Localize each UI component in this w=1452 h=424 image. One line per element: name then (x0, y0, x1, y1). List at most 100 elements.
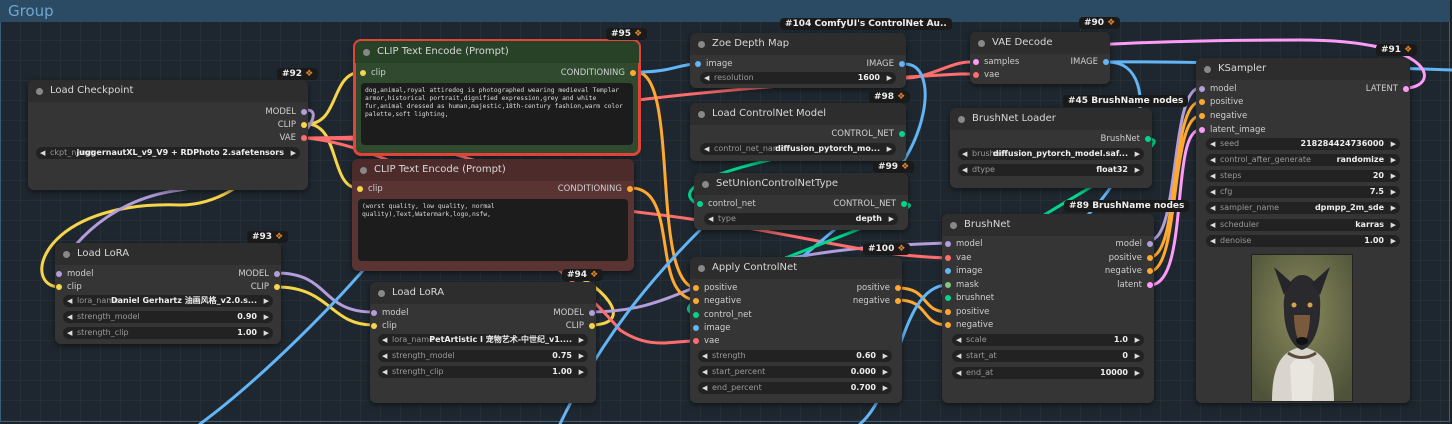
collapse-dot-icon[interactable] (950, 222, 957, 229)
arrow-right-icon[interactable]: ▶ (889, 213, 894, 225)
arrow-right-icon[interactable]: ▶ (1391, 138, 1396, 150)
arrow-left-icon[interactable]: ◀ (67, 295, 72, 307)
arrow-left-icon[interactable]: ◀ (962, 148, 967, 160)
input-pin-icon[interactable] (973, 58, 979, 65)
input-model[interactable]: model (1199, 83, 1236, 95)
output-clip[interactable]: CLIP (251, 281, 280, 293)
input-negative[interactable]: negative (945, 319, 993, 331)
node-load-lora-1[interactable]: Load LoRA model clip MODEL CLIP ◀ lora_na… (55, 243, 281, 344)
strength-widget[interactable]: ◀ strength 0.60 ▶ (698, 350, 892, 362)
output-pin-icon[interactable] (589, 309, 595, 316)
arrow-left-icon[interactable]: ◀ (67, 311, 72, 323)
input-pin-icon[interactable] (697, 200, 703, 207)
output-clip[interactable]: CLIP (278, 119, 307, 131)
node-title[interactable]: CLIP Text Encode (Prompt) (355, 41, 639, 63)
input-pin-icon[interactable] (360, 69, 366, 76)
scheduler-widget[interactable]: ◀ scheduler karras ▶ (1206, 219, 1400, 231)
input-pin-icon[interactable] (693, 324, 699, 331)
strength-clip-widget[interactable]: ◀ strength_clip 1.00 ▶ (378, 366, 588, 378)
input-pin-icon[interactable] (693, 284, 699, 291)
strength-clip-widget[interactable]: ◀ strength_clip 1.00 ▶ (63, 327, 273, 339)
collapse-dot-icon[interactable] (698, 265, 705, 272)
node-set-union-controlnet-type[interactable]: SetUnionControlNetType control_net CONTR… (694, 173, 908, 230)
output-pin-icon[interactable] (301, 134, 307, 141)
node-clip-text-encode-negative[interactable]: CLIP Text Encode (Prompt) clip CONDITION… (352, 159, 634, 271)
arrow-left-icon[interactable]: ◀ (382, 334, 387, 346)
input-pin-icon[interactable] (945, 240, 951, 247)
output-image[interactable]: IMAGE (867, 58, 905, 70)
input-pin-icon[interactable] (1199, 112, 1205, 119)
input-pin-icon[interactable] (945, 254, 951, 261)
input-mask[interactable]: mask (945, 279, 979, 291)
node-brushnet[interactable]: BrushNet model vae image mask brushnet p… (942, 214, 1154, 403)
arrow-right-icon[interactable]: ▶ (1135, 148, 1140, 160)
arrow-right-icon[interactable]: ▶ (1135, 164, 1140, 176)
arrow-left-icon[interactable]: ◀ (702, 382, 707, 394)
collapse-dot-icon[interactable] (360, 167, 367, 174)
prompt-textarea[interactable]: dog,animal,royal attiredog is photograph… (361, 83, 633, 145)
collapse-dot-icon[interactable] (36, 88, 43, 95)
input-vae[interactable]: vae (693, 335, 719, 347)
node-title[interactable]: Load LoRA (370, 282, 596, 304)
arrow-right-icon[interactable]: ▶ (883, 366, 888, 378)
input-pin-icon[interactable] (945, 321, 951, 328)
control-net-name-widget[interactable]: ◀ control_net_name diffusion_pytorch_mo...… (700, 143, 896, 155)
input-model[interactable]: model (945, 238, 982, 250)
output-pin-icon[interactable] (1147, 267, 1153, 274)
sampler-name-widget[interactable]: ◀ sampler_name dpmpp_2m_sde ▶ (1206, 202, 1400, 214)
output-negative[interactable]: negative (1105, 265, 1153, 277)
output-pin-icon[interactable] (274, 270, 280, 277)
output-latent[interactable]: latent (1117, 279, 1153, 291)
arrow-left-icon[interactable]: ◀ (67, 327, 72, 339)
arrow-left-icon[interactable]: ◀ (962, 164, 967, 176)
input-pin-icon[interactable] (56, 283, 62, 290)
output-pin-icon[interactable] (895, 284, 901, 291)
output-pin-icon[interactable] (895, 297, 901, 304)
node-zoe-depth-map[interactable]: Zoe Depth Map image IMAGE ◀ resolution 160… (690, 33, 906, 88)
input-pin-icon[interactable] (973, 71, 979, 78)
output-positive[interactable]: positive (1109, 252, 1153, 264)
arrow-left-icon[interactable]: ◀ (1210, 235, 1215, 247)
output-latent[interactable]: LATENT (1366, 83, 1409, 95)
node-load-lora-2[interactable]: Load LoRA model clip MODEL CLIP ◀ lora_na… (370, 282, 596, 403)
output-pin-icon[interactable] (630, 69, 636, 76)
arrow-left-icon[interactable]: ◀ (956, 367, 961, 379)
lora-name-widget[interactable]: ◀ lora_name Daniel Gerhartz 油画风格_v2.0.s...… (63, 295, 273, 307)
arrow-right-icon[interactable]: ▶ (579, 366, 584, 378)
cfg-widget[interactable]: ◀ cfg 7.5 ▶ (1206, 186, 1400, 198)
input-image[interactable]: image (945, 265, 982, 277)
arrow-right-icon[interactable]: ▶ (1135, 334, 1140, 346)
node-title[interactable]: Load Checkpoint (28, 80, 308, 102)
input-pin-icon[interactable] (945, 281, 951, 288)
input-positive[interactable]: positive (693, 282, 737, 294)
input-pin-icon[interactable] (695, 60, 701, 67)
steps-widget[interactable]: ◀ steps 20 ▶ (1206, 170, 1400, 182)
node-title[interactable]: Load ControlNet Model (690, 103, 906, 125)
seed-widget[interactable]: ◀ seed 218284424736000 ▶ (1206, 138, 1400, 150)
collapse-dot-icon[interactable] (978, 40, 985, 47)
input-model[interactable]: model (56, 268, 93, 280)
output-pin-icon[interactable] (1403, 85, 1409, 92)
arrow-left-icon[interactable]: ◀ (1210, 202, 1215, 214)
input-pin-icon[interactable] (56, 270, 62, 277)
lora-name-widget[interactable]: ◀ lora_name PetArtistic I 宠物艺术-中世纪_v1.... ▶ (378, 334, 588, 346)
input-pin-icon[interactable] (693, 311, 699, 318)
type-widget[interactable]: ◀ type depth ▶ (704, 213, 898, 225)
output-clip[interactable]: CLIP (566, 320, 595, 332)
output-model[interactable]: MODEL (553, 307, 595, 319)
denoise-widget[interactable]: ◀ denoise 1.00 ▶ (1206, 235, 1400, 247)
start-at-widget[interactable]: ◀ start_at 0 ▶ (952, 350, 1144, 362)
output-negative[interactable]: negative (853, 295, 901, 307)
arrow-right-icon[interactable]: ▶ (264, 295, 269, 307)
dtype-widget[interactable]: ◀ dtype float32 ▶ (958, 164, 1144, 176)
input-pin-icon[interactable] (1199, 126, 1205, 133)
output-pin-icon[interactable] (899, 60, 905, 67)
node-title[interactable]: SetUnionControlNetType (694, 173, 908, 195)
input-clip[interactable]: clip (371, 320, 397, 332)
collapse-dot-icon[interactable] (698, 111, 705, 118)
collapse-dot-icon[interactable] (958, 116, 965, 123)
scale-widget[interactable]: ◀ scale 1.0 ▶ (952, 334, 1144, 346)
output-pin-icon[interactable] (274, 283, 280, 290)
collapse-dot-icon[interactable] (378, 290, 385, 297)
output-pin-icon[interactable] (1147, 281, 1153, 288)
